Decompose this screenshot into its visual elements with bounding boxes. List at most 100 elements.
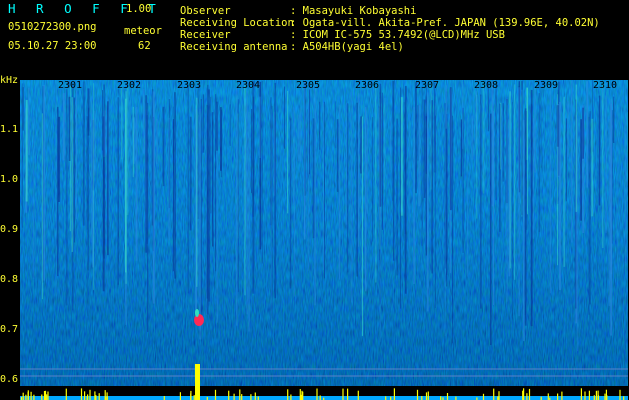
spectrum-streak [294,107,295,297]
spectrum-streak [493,111,494,306]
spectrum-streak [312,118,315,239]
activity-spike [214,389,217,400]
spectrum-streak [309,89,310,175]
activity-spike [623,396,625,400]
spectrum-streak [610,103,613,336]
spectrum-streak [358,93,360,247]
spectrum-streak [499,103,501,232]
spectrum-streak [559,101,561,291]
spectrum-streak [423,99,426,198]
spectrum-streak [446,114,448,287]
meteor-spike [20,364,40,400]
spectrum-streak [284,86,285,149]
spectrum-streak [413,106,415,285]
activity-spike [528,388,531,400]
spectrum-streak [32,116,35,280]
spectrum-streak [198,115,200,300]
x-tick-label: 2310 [593,80,618,91]
spectrum-streak [538,93,540,232]
spectrum-streak [172,119,174,272]
activity-spike [301,390,303,400]
y-tick-label: 0.9 [0,224,19,235]
spectrum-streak [117,97,119,285]
activity-spike [84,391,86,400]
location-label: Receiving Location [180,17,294,29]
spectrum-streak [274,82,277,299]
file-datetime: 05.10.27 23:00 [8,40,97,52]
activity-spike [89,389,91,400]
spectrum-streak [392,80,395,261]
spectrum-streak [530,89,533,327]
activity-spike [233,393,235,400]
spectrum-streak [324,101,325,279]
spectrum-streak [189,116,192,231]
activity-spike [595,390,597,400]
activity-spike [455,396,457,400]
spectrum-streak [471,115,474,160]
activity-spike [190,390,192,400]
spectrum-streak [444,110,446,336]
spectrum-streak [374,86,377,283]
spectrum-streak [174,92,176,279]
spectrum-streak [487,85,490,132]
spectrum-streak [212,112,214,247]
spectrum-streak [68,96,71,161]
spectrum-streak [292,106,294,206]
activity-spike [239,389,241,400]
spectrum-streak [319,101,321,150]
spectrum-streak [425,84,427,174]
activity-spike [588,390,590,400]
activity-spike [580,388,582,400]
x-tick-label: 2308 [474,80,499,91]
spectrum-streak [403,102,405,241]
spectrum-streak [73,97,75,243]
meteor-spike [195,364,200,400]
activity-spike [87,394,89,400]
spectrum-streak [202,94,205,153]
spectrum-streak [252,81,255,294]
spectrum-streak [55,80,57,297]
activity-spike [241,394,243,400]
spectrum-streak [129,100,131,193]
activity-spike [482,393,485,400]
spectrum-streak [299,107,302,162]
spectrum-streak [208,89,210,302]
activity-spike [604,393,606,400]
activity-spike [106,392,108,400]
activity-spike [163,396,165,400]
spectrum-streak [508,119,511,277]
spectrum-streak [187,84,189,294]
spectrum-streak [315,109,317,150]
activity-spike [425,392,428,400]
observer-value: : Masayuki Kobayashi [290,5,417,17]
spectrum-streak [601,82,604,248]
activity-spike [179,392,181,400]
spectrum-streak [41,113,43,300]
y-tick-label: 1.0 [0,174,19,185]
activity-spike [347,388,349,400]
spectrum-streak [121,87,123,160]
spectrum-streak [361,116,363,336]
spectrum-streak [200,99,202,318]
spectrum-streak [220,109,223,178]
spectrum-streak [142,89,145,154]
activity-spike [319,395,321,400]
activity-spike [498,391,500,400]
meteor-count: 62 [138,40,151,52]
spectrum-streak [82,81,85,226]
activity-spike [385,396,387,400]
spectrum-streak [427,100,429,248]
activity-spike [416,389,419,400]
spectrum-streak [215,94,217,272]
activity-spike [357,390,359,400]
spectrum-streak [307,101,309,271]
spectrum-streak [396,118,399,276]
spectrum-streak [449,87,452,211]
y-tick-label: 0.8 [0,274,19,285]
spectrum-streak [567,100,569,158]
spectrum-streak [304,84,306,196]
activity-spike [290,394,292,400]
spectrum-streak [126,86,129,216]
spectrum-streak [271,106,273,319]
spectrum-streak [556,105,559,147]
